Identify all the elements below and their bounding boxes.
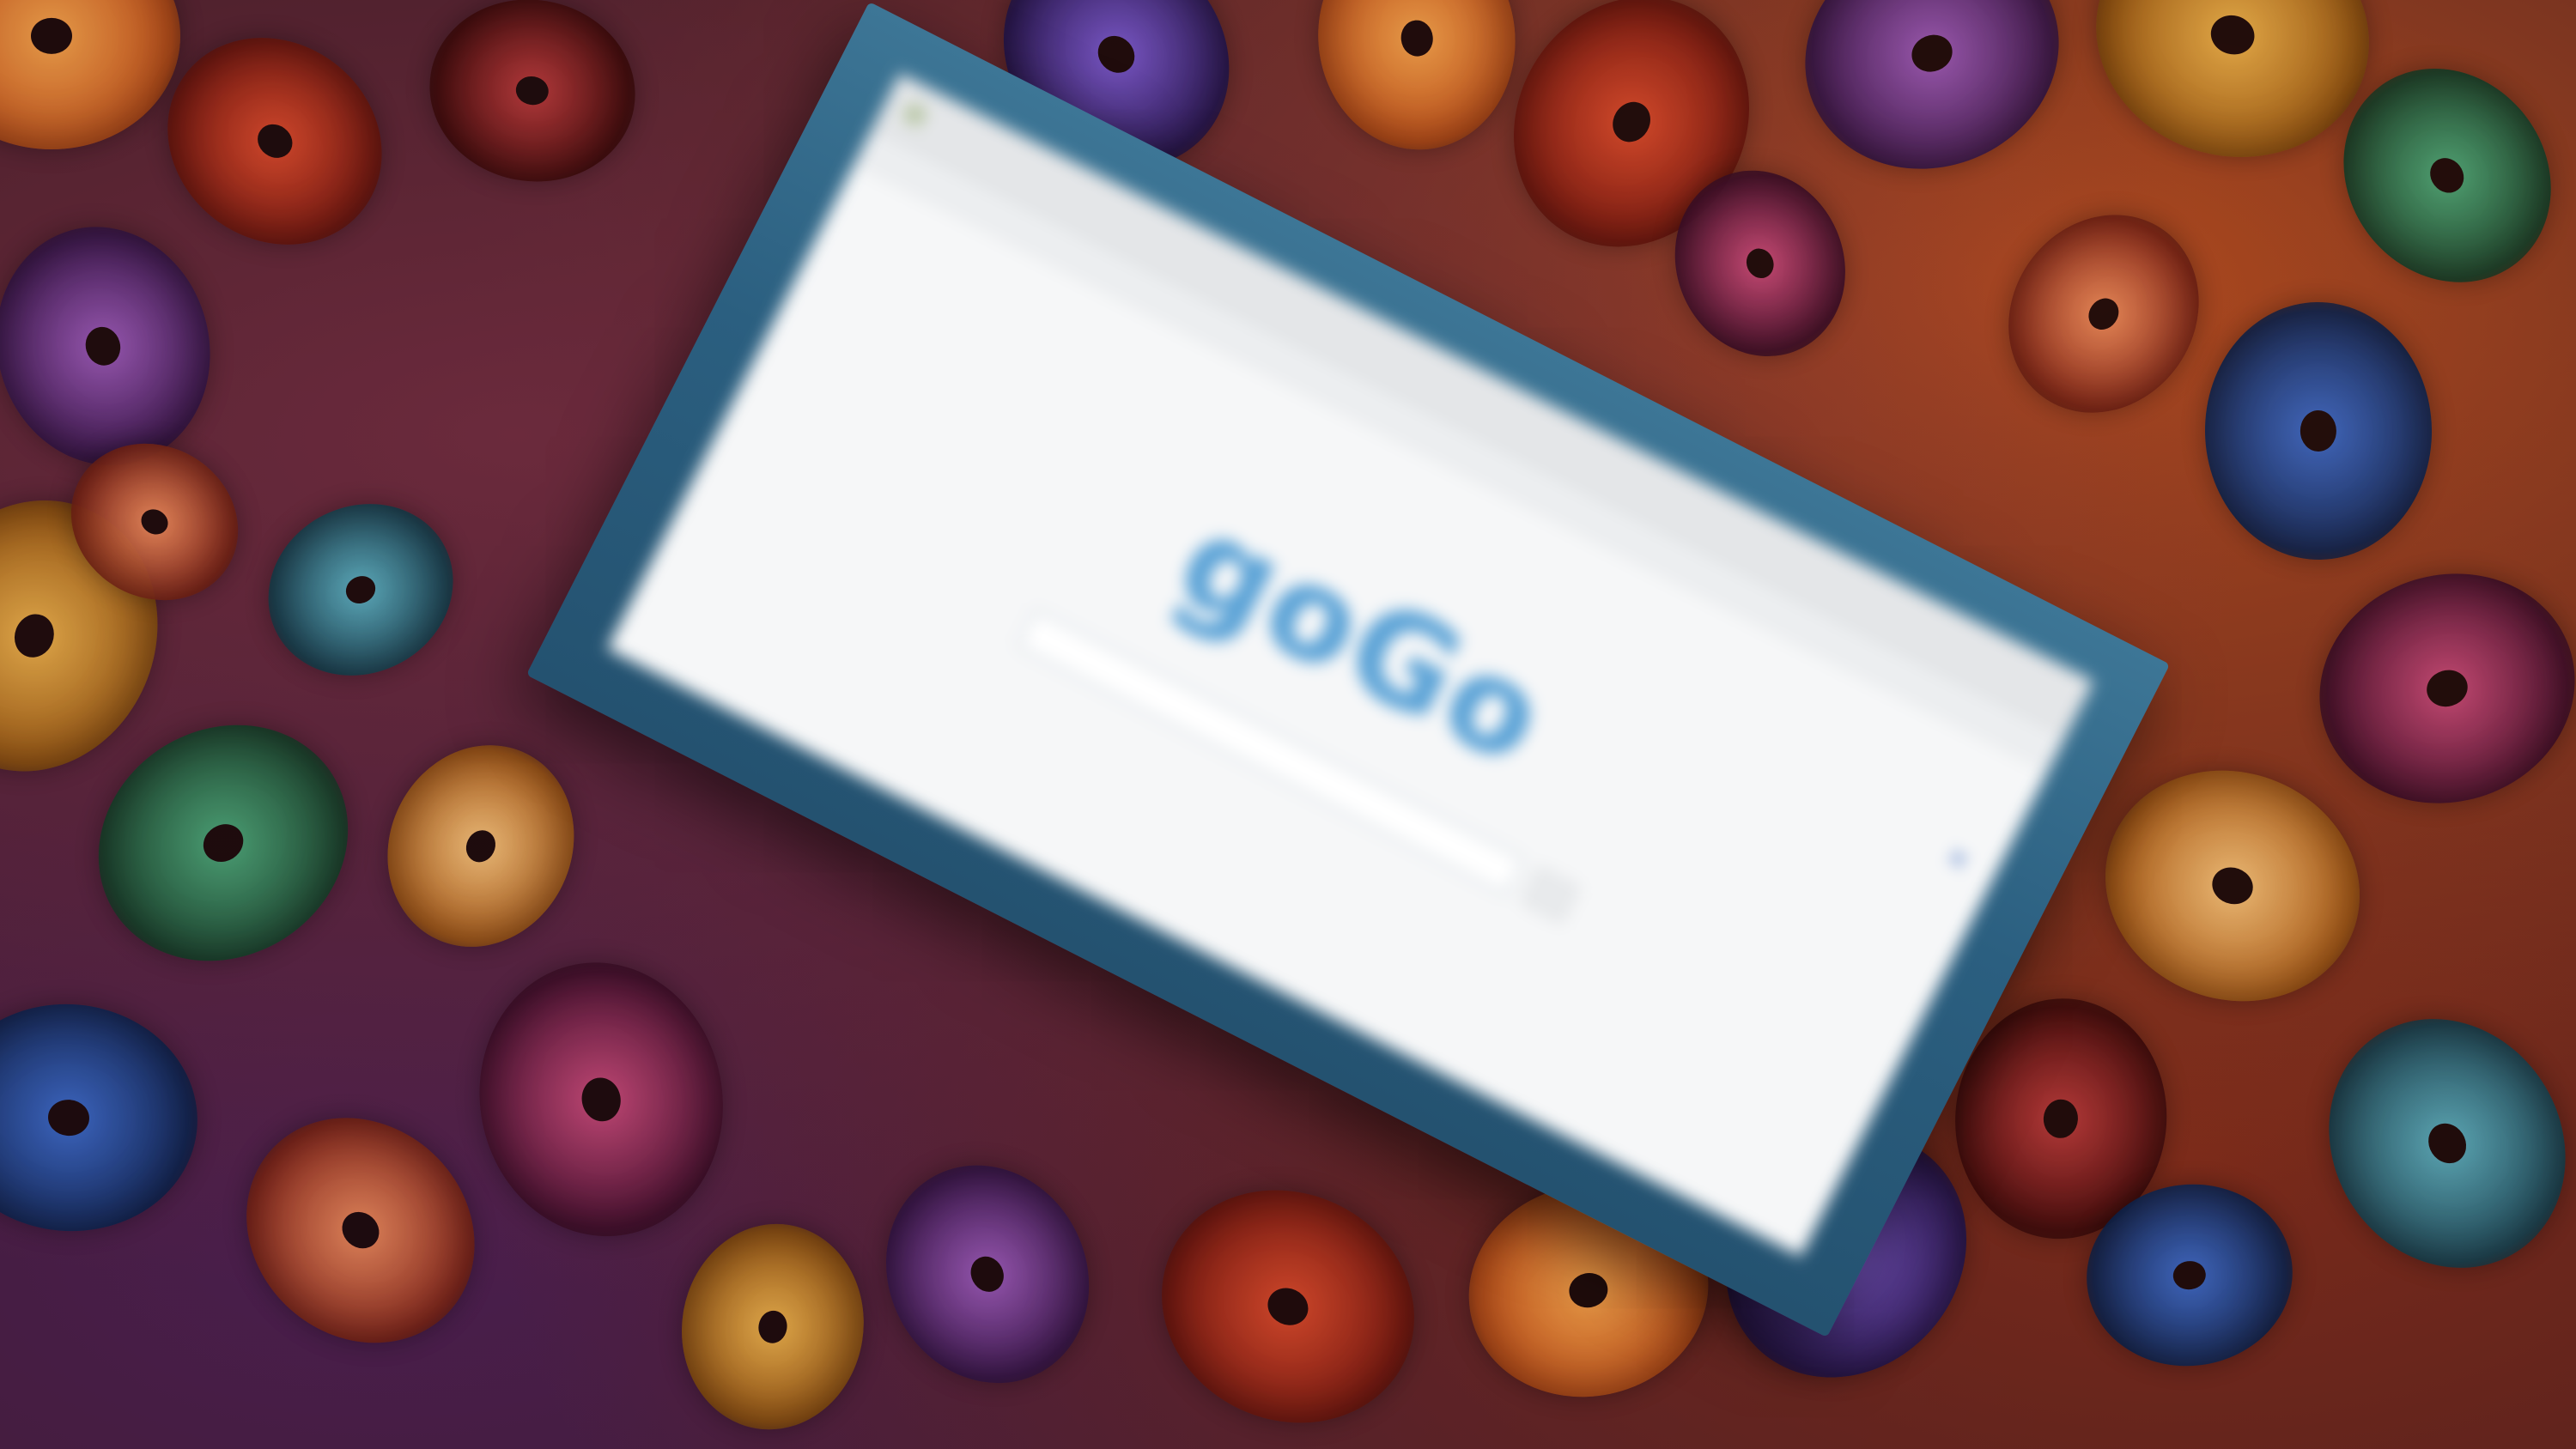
glass-flower-decoration [2281,973,2576,1313]
glass-flower-decoration [666,1210,879,1443]
glass-flower-decoration [1970,177,2238,451]
glass-flower-decoration [239,472,483,706]
glass-flower-decoration [848,1129,1127,1419]
glass-flower-decoration [354,713,608,979]
status-dot-icon [1949,851,1966,867]
search-options [1259,789,1304,812]
glass-flower-decoration [456,941,746,1258]
search-button[interactable] [1520,865,1581,925]
glass-flower-decoration [2290,542,2576,835]
glass-flower-decoration [1123,1149,1453,1449]
glass-flower-decoration [415,0,650,198]
side-panel [1935,851,1966,897]
glass-flower-decoration [0,0,180,149]
glass-flower-decoration [1307,0,1527,160]
glass-flower-decoration [200,1070,521,1390]
glass-flower-decoration [1770,0,2094,207]
glass-flower-decoration [0,993,207,1242]
favicon-icon [900,100,931,130]
glass-flower-decoration [2202,300,2434,562]
glass-flower-decoration [2072,735,2393,1037]
